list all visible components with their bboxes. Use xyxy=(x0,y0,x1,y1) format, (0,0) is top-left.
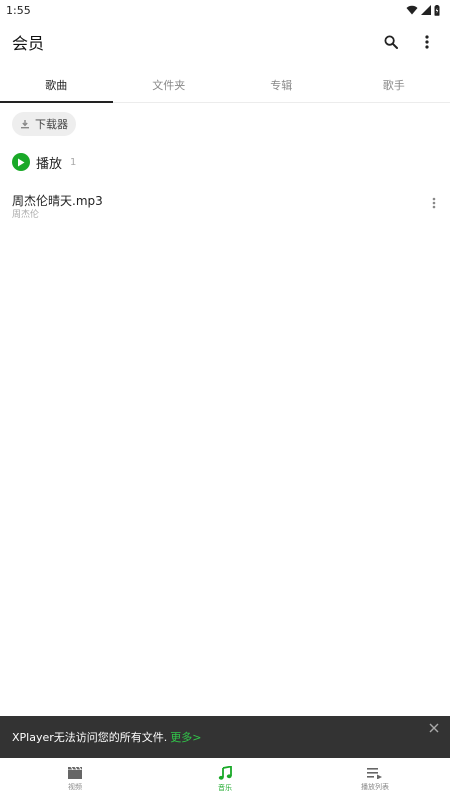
page-title: 会员 xyxy=(12,34,45,53)
app-bar: 会员 xyxy=(0,22,450,62)
nav-music-label: 音乐 xyxy=(218,783,232,792)
playlist-icon xyxy=(367,767,382,779)
nav-playlist[interactable]: 播放列表 xyxy=(300,758,450,800)
play-all-button[interactable] xyxy=(12,153,30,171)
snackbar-more-link[interactable]: 更多> xyxy=(170,729,201,745)
close-icon[interactable] xyxy=(428,722,440,734)
battery-icon xyxy=(434,4,440,16)
music-note-icon xyxy=(218,765,232,780)
more-vertical-icon xyxy=(425,35,429,49)
downloader-filter-chip[interactable]: 下载器 xyxy=(12,112,76,136)
song-title: 周杰伦晴天.mp3 xyxy=(12,194,103,208)
song-artist: 周杰伦 xyxy=(12,210,40,220)
nav-video-label: 视频 xyxy=(68,782,82,791)
tab-artists[interactable]: 歌手 xyxy=(338,68,450,102)
play-all-row[interactable]: 播放 1 xyxy=(12,152,76,172)
play-all-count: 1 xyxy=(70,156,77,168)
signal-icon xyxy=(421,5,431,15)
permission-snackbar: XPlayer无法访问您的所有文件. 更多> xyxy=(0,716,450,758)
play-icon xyxy=(18,158,25,166)
download-icon xyxy=(21,120,29,129)
tab-folders[interactable]: 文件夹 xyxy=(113,68,226,102)
clapperboard-icon xyxy=(68,766,82,779)
snackbar-message: XPlayer无法访问您的所有文件. xyxy=(12,731,168,744)
search-icon xyxy=(384,35,398,49)
song-more-button[interactable] xyxy=(428,194,440,212)
song-text: 周杰伦晴天.mp3 周杰伦 xyxy=(12,193,103,221)
nav-music[interactable]: 音乐 xyxy=(150,758,300,800)
status-bar: 1:55 xyxy=(0,0,450,20)
tab-bar: 歌曲 文件夹 专辑 歌手 xyxy=(0,68,450,103)
play-all-label: 播放 xyxy=(36,156,63,172)
more-options-button[interactable] xyxy=(416,31,438,53)
search-button[interactable] xyxy=(380,31,402,53)
tab-albums[interactable]: 专辑 xyxy=(225,68,338,102)
status-icons xyxy=(406,4,440,16)
app-actions xyxy=(380,31,438,53)
nav-playlist-label: 播放列表 xyxy=(361,782,389,791)
song-list-item[interactable]: 周杰伦晴天.mp3 周杰伦 xyxy=(0,190,450,226)
nav-video[interactable]: 视频 xyxy=(0,758,150,800)
tab-songs[interactable]: 歌曲 xyxy=(0,68,113,103)
bottom-navigation: 视频 音乐 播放列表 xyxy=(0,758,450,800)
wifi-icon xyxy=(406,5,418,15)
chip-label: 下载器 xyxy=(35,118,68,131)
more-vertical-icon xyxy=(432,197,436,209)
status-time: 1:55 xyxy=(6,3,31,17)
